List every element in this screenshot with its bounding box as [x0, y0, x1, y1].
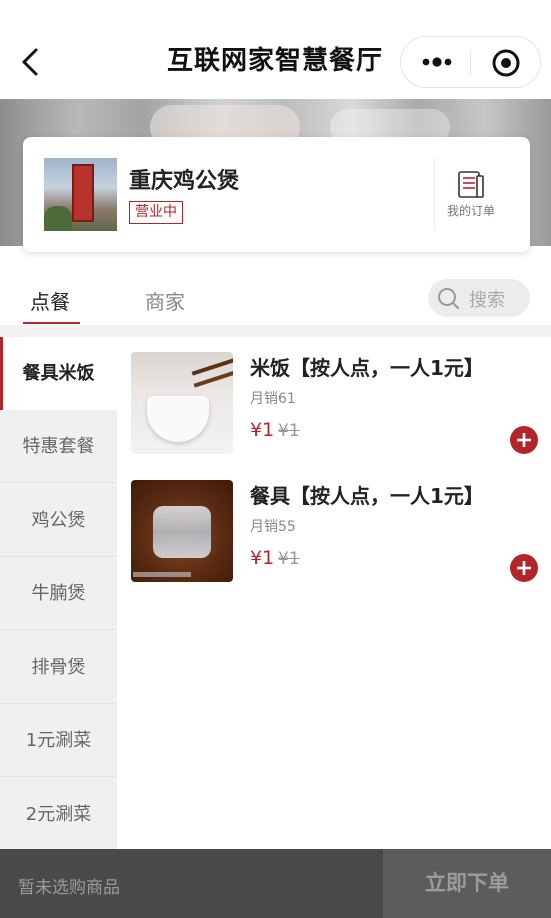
tab-bar: 点餐 商家 搜索	[0, 270, 551, 326]
mini-program-capsule	[400, 36, 541, 88]
cart-bar: 暂未选购商品 立即下单	[0, 849, 551, 918]
shop-info-card: 重庆鸡公煲 营业中 我的订单	[23, 137, 530, 252]
item-original-price: ¥1	[278, 421, 300, 441]
card-divider	[434, 157, 435, 231]
page: 互联网家智慧餐厅 重庆鸡公煲 营业中 我的订单 点餐 商家 搜索 餐具米饭 特惠…	[0, 0, 551, 918]
add-circle-icon[interactable]	[510, 426, 538, 454]
tree-shape	[44, 206, 72, 231]
category-item-chicken-pot[interactable]: 鸡公煲	[0, 484, 117, 557]
order-list-icon	[458, 171, 484, 198]
category-item-beef-brisket-pot[interactable]: 牛腩煲	[0, 557, 117, 630]
category-item-specials[interactable]: 特惠套餐	[0, 410, 117, 483]
search-icon	[438, 288, 459, 309]
search-placeholder: 搜索	[469, 290, 505, 311]
cart-empty-text: 暂未选购商品	[18, 878, 120, 898]
item-price: ¥1	[250, 419, 275, 441]
item-name: 米饭【按人点，一人1元】	[250, 356, 484, 380]
section-gap	[0, 325, 551, 337]
category-sidebar: 餐具米饭 特惠套餐 鸡公煲 牛腩煲 排骨煲 1元涮菜 2元涮菜	[0, 337, 117, 851]
menu-item-tableware[interactable]: 餐具【按人点，一人1元】 月销55 ¥1 ¥1	[117, 465, 551, 585]
photo-watermark-shape	[133, 572, 191, 577]
category-item-1-yuan-veggies[interactable]: 1元涮菜	[0, 704, 117, 777]
tab-merchant[interactable]: 商家	[145, 286, 185, 315]
checkout-button[interactable]: 立即下单	[383, 849, 551, 918]
item-price: ¥1	[250, 547, 275, 569]
status-badge: 营业中	[129, 201, 183, 224]
page-title: 互联网家智慧餐厅	[166, 46, 383, 76]
rice-photo	[131, 352, 233, 454]
search-box[interactable]: 搜索	[428, 279, 530, 317]
item-original-price: ¥1	[278, 549, 300, 569]
category-item-rice-tableware[interactable]: 餐具米饭	[0, 337, 117, 410]
menu-item-rice[interactable]: 米饭【按人点，一人1元】 月销61 ¥1 ¥1	[117, 337, 551, 457]
item-monthly-sales: 月销55	[250, 519, 296, 535]
glass-cup-shape	[153, 506, 211, 558]
target-circle-icon[interactable]	[490, 47, 522, 79]
back-arrow-icon[interactable]	[14, 44, 46, 80]
shop-thumbnail	[44, 158, 117, 231]
my-orders-label: 我的订单	[446, 204, 495, 218]
tableware-photo	[131, 480, 233, 582]
bowl-shape	[147, 396, 209, 442]
category-item-pork-rib-pot[interactable]: 排骨煲	[0, 631, 117, 704]
navigation-bar: 互联网家智慧餐厅	[0, 0, 551, 100]
active-tab-underline	[23, 322, 80, 324]
capsule-divider	[470, 50, 471, 76]
item-monthly-sales: 月销61	[250, 391, 296, 407]
shop-sign-shape	[72, 164, 94, 222]
tab-order[interactable]: 点餐	[30, 286, 70, 315]
shop-name: 重庆鸡公煲	[129, 169, 240, 194]
category-item-2-yuan-veggies[interactable]: 2元涮菜	[0, 778, 117, 851]
my-orders-button[interactable]: 我的订单	[443, 169, 499, 219]
add-circle-icon[interactable]	[510, 554, 538, 582]
more-dots-icon[interactable]	[419, 49, 455, 75]
item-name: 餐具【按人点，一人1元】	[250, 484, 484, 508]
